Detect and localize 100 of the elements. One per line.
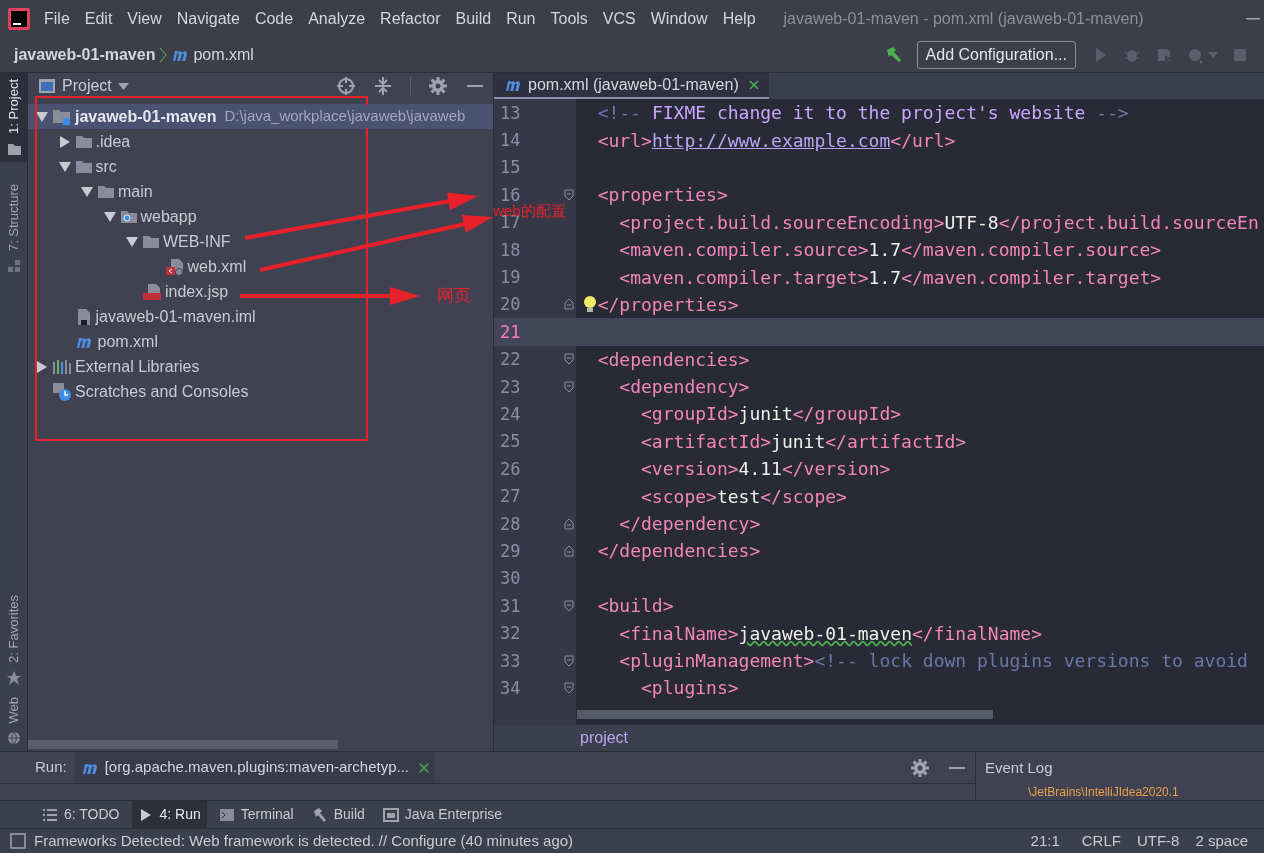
code-line: </properties> bbox=[597, 292, 739, 317]
tool-window-button[interactable]: 6: TODO bbox=[36, 801, 126, 828]
menu-item[interactable]: Navigate bbox=[176, 6, 240, 31]
status-icon[interactable] bbox=[10, 833, 26, 849]
settings-icon[interactable] bbox=[429, 77, 447, 95]
expanded-arrow-icon[interactable] bbox=[36, 111, 48, 122]
scrollbar[interactable] bbox=[28, 740, 338, 749]
fold-icon[interactable] bbox=[564, 353, 574, 366]
settings-icon[interactable] bbox=[911, 758, 929, 777]
collapse-all-icon[interactable] bbox=[374, 76, 392, 96]
tree-item[interactable]: Scratches and Consoles bbox=[28, 379, 251, 404]
breadcrumb-item[interactable]: project bbox=[580, 726, 629, 750]
side-tab[interactable]: 7: Structure bbox=[0, 177, 27, 280]
folder-icon bbox=[74, 134, 93, 149]
tree-item[interactable]: .idea bbox=[28, 129, 133, 154]
panel-label: Run: bbox=[35, 757, 67, 778]
menu-item[interactable]: Help bbox=[722, 6, 756, 31]
expanded-arrow-icon[interactable] bbox=[81, 186, 93, 197]
run-tab[interactable]: [org.apache.maven.plugins:maven-archetyp... bbox=[74, 752, 436, 783]
tree-item[interactable]: src bbox=[28, 154, 119, 179]
fold-icon[interactable] bbox=[564, 517, 574, 530]
breadcrumb-item[interactable]: javaweb-01-maven bbox=[14, 42, 156, 67]
fold-icon[interactable] bbox=[564, 188, 574, 201]
side-tab[interactable]: Web bbox=[0, 690, 27, 751]
window-title: javaweb-01-maven - pom.xml (javaweb-01-maven) bbox=[783, 8, 1144, 29]
close-icon[interactable] bbox=[748, 80, 759, 90]
code-line: <!-- FIXME change it to the project's website --> bbox=[597, 101, 1129, 126]
line-number: 25 bbox=[500, 433, 521, 450]
collapsed-arrow-icon[interactable] bbox=[37, 360, 47, 373]
code-line: </dependency> bbox=[619, 512, 761, 537]
lightbulb-icon[interactable] bbox=[583, 294, 597, 313]
list-icon bbox=[42, 806, 58, 823]
fold-icon[interactable] bbox=[564, 599, 574, 612]
menu-item[interactable]: VCS bbox=[602, 6, 636, 31]
tool-window-button[interactable]: Terminal bbox=[212, 801, 300, 828]
status-item[interactable]: CRLF bbox=[1081, 829, 1121, 853]
tree-item[interactable]: javaweb-01-maven.iml bbox=[28, 304, 258, 329]
tree-item[interactable]: webapp bbox=[28, 204, 199, 229]
tool-window-button[interactable]: Java Enterprise bbox=[376, 801, 509, 828]
terminal-icon bbox=[218, 806, 235, 823]
fold-icon[interactable] bbox=[564, 681, 574, 694]
code-line: <project.build.sourceEncoding>UTF-8</project.build.sourceEn bbox=[619, 210, 1259, 235]
tree-item[interactable]: web.xml bbox=[28, 254, 249, 279]
fold-icon[interactable] bbox=[564, 544, 574, 557]
menu-item[interactable]: Tools bbox=[550, 6, 588, 31]
close-icon[interactable] bbox=[419, 762, 430, 773]
locate-icon[interactable] bbox=[336, 76, 356, 96]
folder-icon bbox=[52, 108, 72, 125]
code-line: <dependency> bbox=[619, 375, 750, 400]
expanded-arrow-icon[interactable] bbox=[126, 236, 138, 247]
line-number: 30 bbox=[500, 570, 521, 587]
line-number: 31 bbox=[500, 597, 521, 614]
breadcrumb-item[interactable]: pom.xml bbox=[171, 42, 254, 67]
jsp-file-icon bbox=[142, 282, 162, 301]
menu-item[interactable]: Run bbox=[506, 6, 536, 31]
tree-item[interactable]: javaweb-01-maven D:\java_workplace\javaweb\javaweb bbox=[28, 104, 493, 129]
fold-icon[interactable] bbox=[564, 654, 574, 667]
line-number: 28 bbox=[500, 515, 521, 532]
menu-item[interactable]: Code bbox=[254, 6, 294, 31]
tree-item[interactable]: External Libraries bbox=[28, 354, 202, 379]
menu-item[interactable]: View bbox=[127, 6, 162, 31]
line-number: 22 bbox=[500, 351, 521, 368]
tree-item[interactable]: main bbox=[28, 179, 155, 204]
status-item[interactable]: 21:1 bbox=[1030, 829, 1060, 853]
add-configuration-button[interactable]: Add Configuration... bbox=[916, 40, 1076, 69]
code-line: <groupId>junit</groupId> bbox=[641, 402, 902, 427]
line-number: 29 bbox=[500, 542, 521, 559]
code-line: <build> bbox=[597, 594, 674, 619]
code-line: <plugins> bbox=[641, 676, 739, 701]
tool-window-button[interactable]: Build bbox=[305, 801, 371, 828]
menu-item[interactable]: Refactor bbox=[380, 6, 441, 31]
menu-item[interactable]: Analyze bbox=[308, 6, 366, 31]
menu-item[interactable]: Edit bbox=[84, 6, 113, 31]
tree-item[interactable]: pom.xml bbox=[28, 329, 160, 354]
minimize-icon[interactable] bbox=[467, 84, 483, 88]
view-selector[interactable]: Project bbox=[62, 74, 129, 98]
editor-tab[interactable]: pom.xml (javaweb-01-maven) bbox=[494, 73, 769, 99]
menu-item[interactable]: Build bbox=[455, 6, 492, 31]
chevron-icon bbox=[158, 46, 169, 63]
expanded-arrow-icon[interactable] bbox=[58, 161, 71, 172]
scrollbar[interactable] bbox=[577, 710, 993, 719]
collapsed-arrow-icon[interactable] bbox=[59, 135, 70, 148]
expanded-arrow-icon[interactable] bbox=[103, 211, 116, 222]
menu-item[interactable]: File bbox=[44, 6, 70, 31]
tool-window-button[interactable]: 4: Run bbox=[131, 801, 207, 828]
hammer-icon bbox=[311, 806, 328, 823]
tree-item[interactable]: WEB-INF bbox=[28, 229, 233, 254]
globe-icon bbox=[6, 731, 21, 745]
menu-item[interactable]: Window bbox=[650, 6, 708, 31]
side-tab[interactable]: 1: Project bbox=[0, 73, 27, 162]
path-text: D:\java_workplace\javaweb\javaweb bbox=[224, 105, 466, 128]
fold-icon[interactable] bbox=[564, 298, 574, 311]
status-item[interactable]: UTF-8 bbox=[1136, 829, 1180, 853]
side-tab[interactable]: 2: Favorites bbox=[0, 588, 27, 691]
status-message[interactable]: Frameworks Detected: Web framework is detected. // Configure (40 minutes ago) bbox=[34, 829, 574, 853]
status-item[interactable]: 2 space bbox=[1195, 829, 1248, 853]
fold-icon[interactable] bbox=[564, 380, 574, 393]
line-number: 21 bbox=[500, 323, 521, 340]
line-number: 20 bbox=[500, 296, 521, 313]
tree-item[interactable]: index.jsp bbox=[28, 279, 231, 304]
